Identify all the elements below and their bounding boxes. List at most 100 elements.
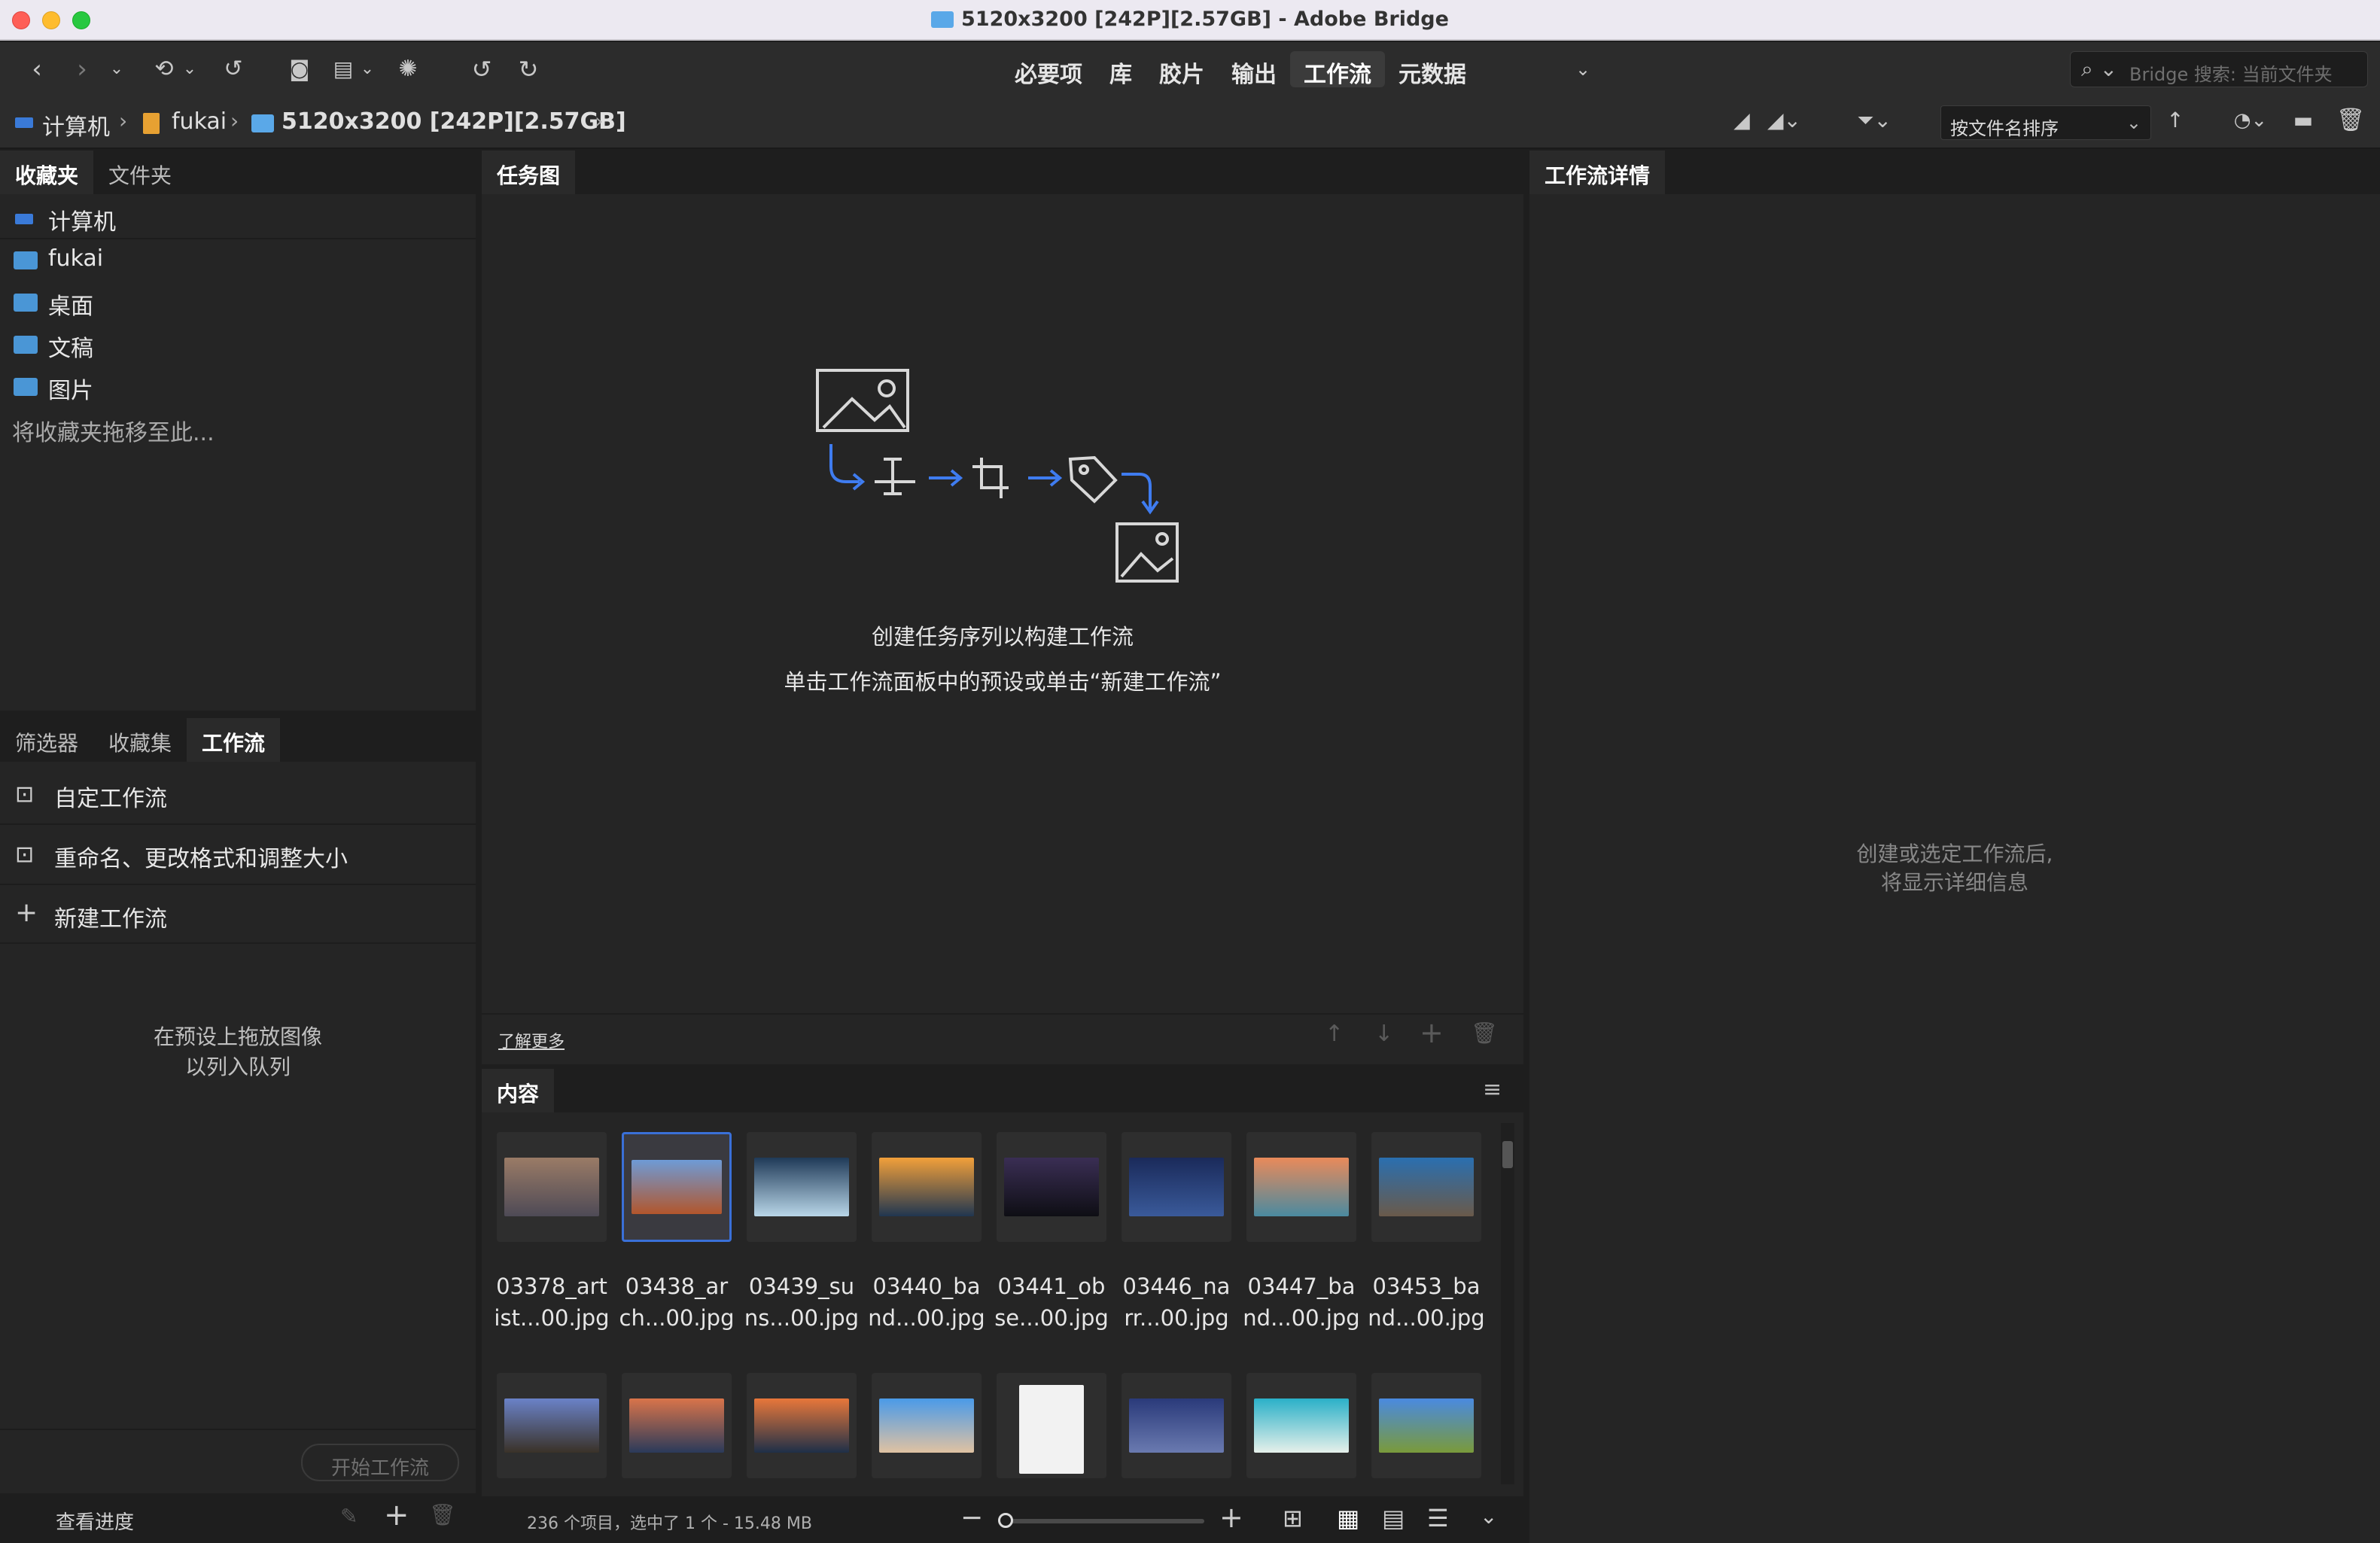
thumbnail[interactable] [622,1373,732,1478]
thumbnail[interactable] [497,1373,607,1478]
thumbnail[interactable] [1246,1373,1356,1478]
breadcrumb-computer[interactable]: 计算机 [42,108,110,142]
boomerang-icon[interactable]: ↺ [218,56,248,83]
workflow-footer: 查看进度 ✎ + 🗑 [0,1493,476,1543]
thumbnail-filename[interactable]: 03439_su ns...00.jpg [743,1271,860,1334]
history-dropdown-icon[interactable]: ⌄ [181,56,199,83]
tab-favorites[interactable]: 收藏夹 [0,151,94,194]
new-workflow-button[interactable]: + 新建工作流 [0,897,476,933]
lock-grid-icon[interactable]: ⊞ [1283,1504,1303,1532]
rotate-right-icon[interactable]: ↻ [512,56,545,83]
workspace-libraries[interactable]: 库 [1096,51,1146,88]
thumbnail[interactable] [1122,1373,1231,1478]
thumbnail[interactable] [1371,1132,1481,1242]
favorite-item-computer[interactable]: 计算机 [0,203,476,236]
workspace-output[interactable]: 输出 [1218,51,1290,88]
details-tabs: 工作流详情 [1529,151,2380,194]
zoom-in-icon[interactable]: + [1219,1501,1243,1534]
thumbnail-filename[interactable]: 03438_ar ch...00.jpg [618,1271,735,1334]
add-task-icon[interactable]: + [1420,1016,1444,1049]
workflow-item-rename-resize[interactable]: ⊡ 重命名、更改格式和调整大小 [0,840,476,873]
back-icon[interactable]: ‹ [26,56,48,83]
filter-icon[interactable]: ⏷⌄ [1852,107,1897,134]
thumbnail[interactable] [997,1373,1106,1478]
favorite-item-fukai[interactable]: fukai [0,245,476,272]
computer-icon [15,214,33,224]
rotate-left-icon[interactable]: ↺ [465,56,498,83]
content-scrollbar[interactable] [1501,1123,1514,1484]
move-down-icon[interactable]: ↓ [1374,1021,1393,1047]
open-in-camera-raw-icon[interactable]: ✺ [391,56,425,83]
more-workspaces-icon[interactable]: ⌄ [1572,56,1594,83]
camera-import-icon[interactable]: ◙ [283,56,316,83]
thumbnail[interactable] [997,1132,1106,1242]
thumbnail-filename[interactable]: 03447_ba nd...00.jpg [1243,1271,1360,1334]
thumbnail[interactable] [872,1132,982,1242]
recent-dropdown-icon[interactable]: ⌄ [105,56,128,83]
tab-task-map[interactable]: 任务图 [482,151,576,194]
search-input[interactable]: ⌕ ⌄ Bridge 搜索: 当前文件夹 [2070,51,2368,87]
favorite-item-documents[interactable]: 文稿 [0,330,476,363]
sort-ascending-icon[interactable]: ↑ [2162,107,2189,134]
slider-handle[interactable] [998,1513,1013,1528]
thumbnail[interactable] [747,1132,857,1242]
trash-icon[interactable]: 🗑 [2336,107,2365,134]
thumbnail[interactable] [747,1373,857,1478]
scrollbar-thumb[interactable] [1502,1141,1513,1168]
thumbnail-quality-icon[interactable]: ◢⌄ [1767,107,1801,134]
thumbnail[interactable] [497,1132,607,1242]
thumbnail-image [1129,1158,1224,1216]
tab-workflow[interactable]: 工作流 [187,718,281,762]
history-icon[interactable]: ⟲ [149,56,179,83]
thumbnail-filename[interactable]: 03453_ba nd...00.jpg [1368,1271,1485,1334]
delete-task-icon[interactable]: 🗑 [1471,1021,1498,1045]
tag-icon [1068,455,1118,504]
tab-filter[interactable]: 筛选器 [0,718,93,762]
view-progress-link[interactable]: 查看进度 [56,1507,134,1535]
thumbnail[interactable] [872,1373,982,1478]
learn-more-link[interactable]: 了解更多 [498,1028,565,1052]
tab-folders[interactable]: 文件夹 [93,151,187,194]
thumbnail-filename[interactable]: 03446_na rr...00.jpg [1118,1271,1235,1334]
thumbnail-size-slider[interactable] [998,1513,1204,1528]
breadcrumb-current-folder[interactable]: 5120x3200 [242P][2.57GB] [282,108,626,135]
quality-icon[interactable]: ◢ [1728,107,1755,134]
thumbnail-filename[interactable]: 03378_art ist...00.jpg [493,1271,610,1334]
workspace-filmstrip[interactable]: 胶片 [1146,51,1218,88]
details-view-icon[interactable]: ▤ [1382,1504,1405,1532]
thumbnail[interactable] [1246,1132,1356,1242]
workspace-metadata[interactable]: 元数据 [1385,51,1480,88]
workflow-item-custom[interactable]: ⊡ 自定工作流 [0,780,476,813]
edit-icon[interactable]: ✎ [340,1504,358,1529]
forward-icon[interactable]: › [71,56,93,83]
trash-icon[interactable]: 🗑 [429,1502,456,1527]
thumbnail[interactable] [1122,1132,1231,1242]
move-up-icon[interactable]: ↑ [1325,1021,1344,1047]
breadcrumb-fukai[interactable]: fukai [172,108,227,135]
thumbnail[interactable] [622,1132,732,1242]
list-view-icon[interactable]: ☰ [1427,1504,1449,1532]
refine-icon[interactable]: ▤ [328,56,358,83]
new-folder-icon[interactable]: ▬ [2290,107,2317,134]
refine-dropdown-icon[interactable]: ⌄ [358,56,376,83]
tab-workflow-details[interactable]: 工作流详情 [1529,151,1666,194]
open-recent-icon[interactable]: ◔⌄ [2226,107,2275,134]
panel-menu-icon[interactable]: ≡ [1483,1076,1502,1103]
favorite-item-desktop[interactable]: 桌面 [0,288,476,321]
thumbnail-filename[interactable]: 03441_ob se...00.jpg [993,1271,1110,1334]
tab-content[interactable]: 内容 [482,1069,555,1112]
start-workflow-button[interactable]: 开始工作流 [301,1444,459,1481]
tab-collections[interactable]: 收藏集 [93,718,187,762]
thumbnail-view-icon[interactable]: ▦ [1337,1504,1359,1532]
workflow-icon: ⊡ [15,841,35,868]
workspace-workflow[interactable]: 工作流 [1290,51,1385,88]
workspace-essentials[interactable]: 必要项 [1001,51,1096,88]
thumbnail[interactable] [1371,1373,1481,1478]
view-options-icon[interactable]: ⌄ [1480,1504,1497,1529]
zoom-out-icon[interactable]: − [960,1502,983,1533]
sort-dropdown[interactable]: 按文件名排序 ⌄ [1940,105,2151,140]
favorite-item-pictures[interactable]: 图片 [0,372,476,405]
add-icon[interactable]: + [384,1498,409,1532]
thumbnail-filename[interactable]: 03440_ba nd...00.jpg [868,1271,985,1334]
home-folder-icon [14,251,38,269]
